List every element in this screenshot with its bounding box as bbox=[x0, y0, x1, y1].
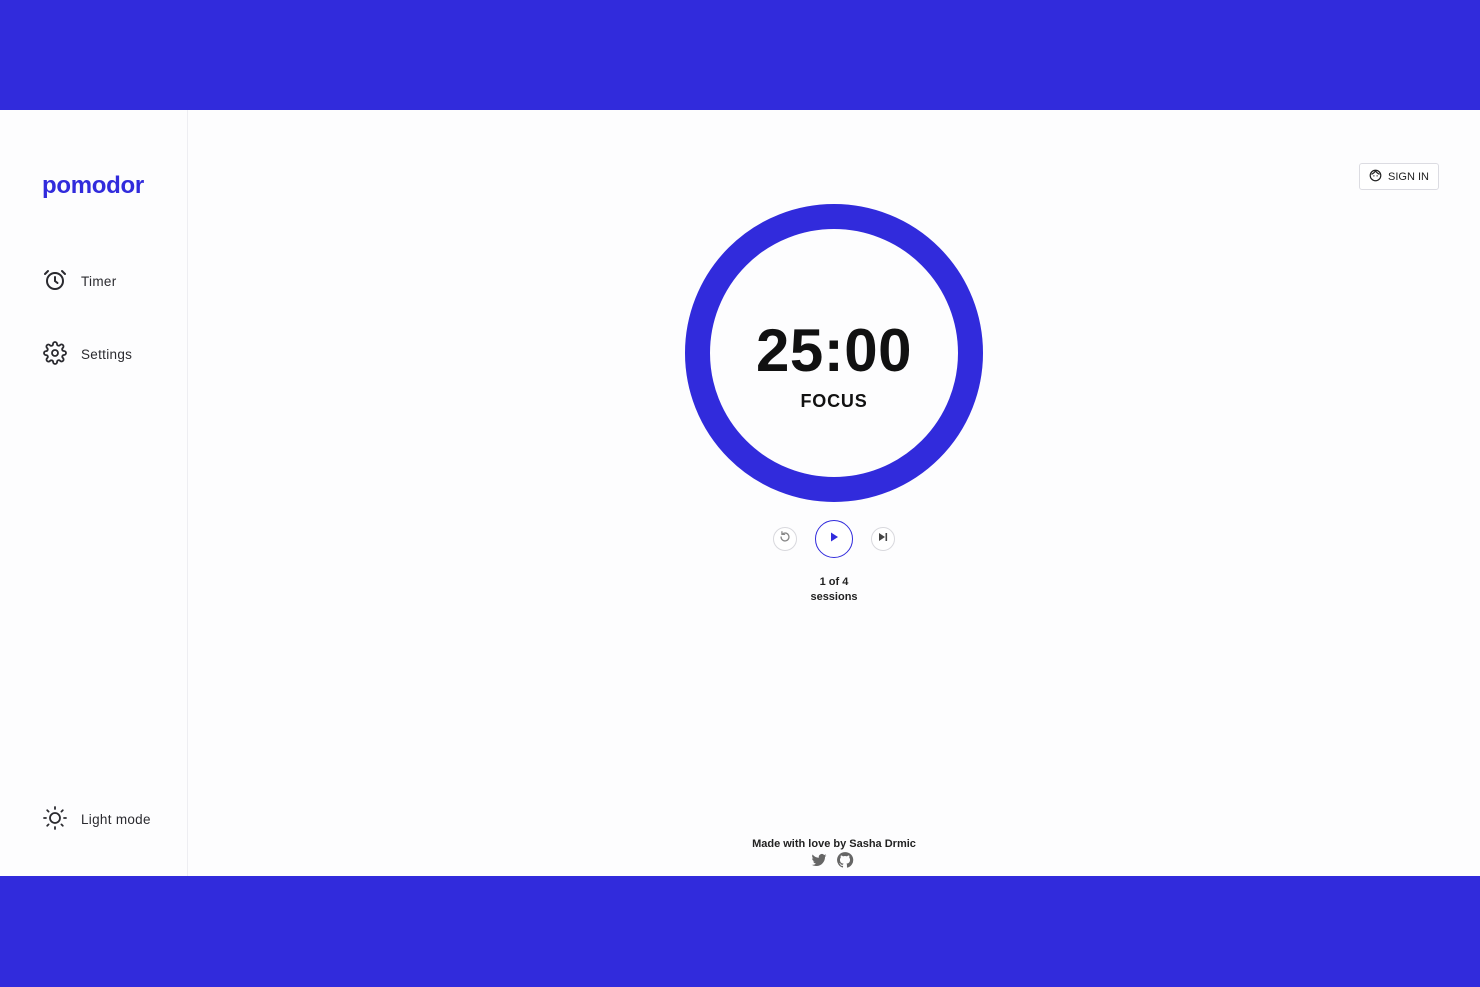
github-icon[interactable] bbox=[836, 851, 854, 874]
session-counter: 1 of 4 sessions bbox=[734, 575, 934, 605]
reset-button[interactable] bbox=[773, 527, 797, 551]
skip-button[interactable] bbox=[871, 527, 895, 551]
logo[interactable]: pomodor bbox=[42, 172, 144, 200]
session-unit: sessions bbox=[810, 591, 858, 603]
skip-icon bbox=[877, 530, 889, 548]
app-window: pomodor Timer Settings Light mode SIGN I… bbox=[0, 110, 1480, 876]
timer-mode-label: FOCUS bbox=[800, 391, 868, 411]
footer-credit: Made with love by Sasha Drmic bbox=[752, 838, 916, 850]
sidebar-item-settings[interactable]: Settings bbox=[43, 341, 132, 368]
twitter-icon[interactable] bbox=[810, 851, 828, 874]
timer-controls bbox=[773, 520, 895, 558]
sidebar-item-label: Timer bbox=[81, 274, 117, 289]
social-links bbox=[810, 851, 854, 874]
logo-text: pomodor bbox=[42, 172, 144, 199]
sidebar-item-timer[interactable]: Timer bbox=[43, 268, 117, 295]
play-button[interactable] bbox=[815, 520, 853, 558]
light-mode-label: Light mode bbox=[81, 812, 151, 827]
top-band bbox=[0, 0, 1480, 110]
sign-in-label: SIGN IN bbox=[1388, 170, 1429, 183]
main-content: SIGN IN 25:00 FOCUS 1 of 4 sessions Made… bbox=[188, 110, 1480, 876]
gear-icon bbox=[43, 341, 67, 368]
alarm-clock-icon bbox=[43, 268, 67, 295]
sidebar: pomodor Timer Settings Light mode bbox=[0, 110, 188, 876]
sidebar-item-label: Settings bbox=[81, 347, 133, 362]
reset-icon bbox=[778, 530, 792, 549]
sign-in-button[interactable]: SIGN IN bbox=[1359, 163, 1439, 190]
sun-icon bbox=[43, 806, 67, 833]
session-count: 1 of 4 bbox=[819, 576, 849, 588]
light-mode-toggle[interactable]: Light mode bbox=[43, 806, 151, 833]
timer-display: 25:00 bbox=[756, 317, 912, 384]
play-icon bbox=[828, 530, 840, 548]
user-face-icon bbox=[1369, 169, 1382, 185]
bottom-band bbox=[0, 876, 1480, 987]
